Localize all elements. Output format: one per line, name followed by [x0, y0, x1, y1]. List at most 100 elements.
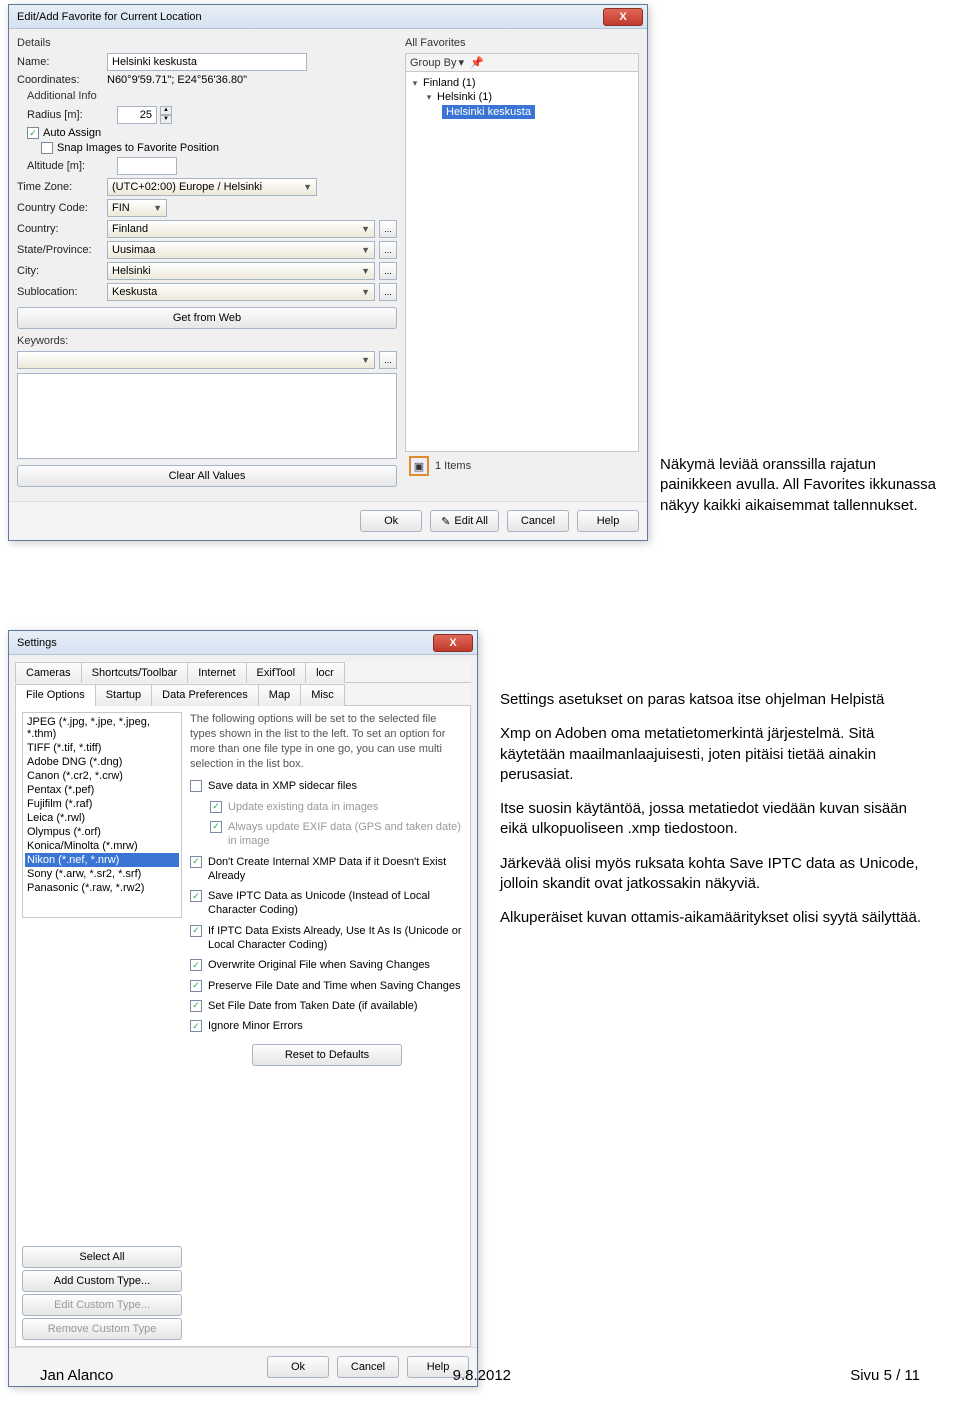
- footer-author: Jan Alanco: [40, 1367, 113, 1384]
- favorites-tree[interactable]: ▾Finland (1) ▾Helsinki (1) Helsinki kesk…: [405, 72, 639, 452]
- always-update-exif-label: Always update EXIF data (GPS and taken d…: [228, 820, 464, 849]
- filetype-item[interactable]: TIFF (*.tif, *.tiff): [25, 741, 179, 755]
- save-iptc-unicode-checkbox[interactable]: ✓: [190, 890, 202, 902]
- overwrite-original-checkbox[interactable]: ✓: [190, 959, 202, 971]
- ignore-minor-checkbox[interactable]: ✓: [190, 1020, 202, 1032]
- update-existing-checkbox[interactable]: ✓: [210, 801, 222, 813]
- dialog-title: Edit/Add Favorite for Current Location: [17, 11, 202, 23]
- expand-button[interactable]: ▣: [409, 456, 429, 476]
- name-input[interactable]: [107, 53, 307, 71]
- settings-title: Settings: [17, 637, 57, 649]
- state-label: State/Province:: [17, 244, 103, 256]
- cc-combo[interactable]: FIN▼: [107, 199, 167, 217]
- always-update-exif-checkbox[interactable]: ✓: [210, 821, 222, 833]
- items-footer: ▣ 1 Items: [405, 452, 639, 480]
- tab-file-options[interactable]: File Options: [15, 684, 96, 706]
- subloc-combo[interactable]: Keskusta▼: [107, 283, 375, 301]
- if-iptc-exists-checkbox[interactable]: ✓: [190, 925, 202, 937]
- country-browse-button[interactable]: ...: [379, 220, 397, 238]
- keywords-browse-button[interactable]: ...: [379, 351, 397, 369]
- close-button[interactable]: X: [603, 8, 643, 26]
- radius-label: Radius [m]:: [17, 109, 113, 121]
- settings-dialog: Settings X CamerasShortcuts/ToolbarInter…: [8, 630, 478, 1387]
- subloc-label: Sublocation:: [17, 286, 103, 298]
- city-combo[interactable]: Helsinki▼: [107, 262, 375, 280]
- tab-exiftool[interactable]: ExifTool: [246, 662, 307, 683]
- filetypes-list[interactable]: JPEG (*.jpg, *.jpe, *.jpeg, *.thm)TIFF (…: [22, 712, 182, 918]
- filetype-item[interactable]: Fujifilm (*.raf): [25, 797, 179, 811]
- tabs-row-1: CamerasShortcuts/ToolbarInternetExifTool…: [15, 661, 471, 683]
- filetype-item[interactable]: Leica (*.rwl): [25, 811, 179, 825]
- tree-node-country[interactable]: ▾Finland (1): [410, 76, 634, 90]
- help-button[interactable]: Help: [577, 510, 639, 532]
- footer-date: 9.8.2012: [453, 1367, 511, 1384]
- reset-defaults-button[interactable]: Reset to Defaults: [252, 1044, 402, 1066]
- allfav-heading: All Favorites: [405, 37, 639, 49]
- addinfo-heading: Additional Info: [17, 90, 397, 102]
- radius-spinner[interactable]: ▲▼: [160, 106, 172, 124]
- snap-label: Snap Images to Favorite Position: [57, 142, 219, 154]
- tz-combo[interactable]: (UTC+02:00) Europe / Helsinki▼: [107, 178, 317, 196]
- tree-node-location[interactable]: Helsinki keskusta: [410, 104, 634, 120]
- subloc-browse-button[interactable]: ...: [379, 283, 397, 301]
- get-from-web-button[interactable]: Get from Web: [17, 307, 397, 329]
- filetype-item[interactable]: Sony (*.arw, *.sr2, *.srf): [25, 867, 179, 881]
- add-custom-button[interactable]: Add Custom Type...: [22, 1270, 182, 1292]
- pin-icon[interactable]: 📌: [470, 56, 484, 69]
- filetype-item[interactable]: Konica/Minolta (*.mrw): [25, 839, 179, 853]
- select-all-button[interactable]: Select All: [22, 1246, 182, 1268]
- altitude-input[interactable]: [117, 157, 177, 175]
- coords-value: N60°9'59.71"; E24°56'36.80": [107, 74, 247, 86]
- tab-map[interactable]: Map: [258, 684, 301, 706]
- if-iptc-exists-label: If IPTC Data Exists Already, Use It As I…: [208, 924, 464, 953]
- keywords-combo[interactable]: ▼: [17, 351, 375, 369]
- auto-assign-checkbox[interactable]: ✓: [27, 127, 39, 139]
- settings-titlebar: Settings X: [9, 631, 477, 655]
- set-file-date-label: Set File Date from Taken Date (if availa…: [208, 999, 418, 1013]
- keywords-textarea[interactable]: [17, 373, 397, 459]
- country-combo[interactable]: Finland▼: [107, 220, 375, 238]
- filetype-item[interactable]: JPEG (*.jpg, *.jpe, *.jpeg, *.thm): [25, 715, 179, 741]
- state-browse-button[interactable]: ...: [379, 241, 397, 259]
- tab-misc[interactable]: Misc: [300, 684, 345, 706]
- filetype-item[interactable]: Panasonic (*.raw, *.rw2): [25, 881, 179, 895]
- set-file-date-checkbox[interactable]: ✓: [190, 1000, 202, 1012]
- tab-startup[interactable]: Startup: [95, 684, 152, 706]
- filetype-item[interactable]: Nikon (*.nef, *.nrw): [25, 853, 179, 867]
- coords-label: Coordinates:: [17, 74, 103, 86]
- cancel-button[interactable]: Cancel: [507, 510, 569, 532]
- snap-checkbox[interactable]: [41, 142, 53, 154]
- items-count: 1 Items: [435, 460, 471, 472]
- settings-close-button[interactable]: X: [433, 634, 473, 652]
- filetype-item[interactable]: Adobe DNG (*.dng): [25, 755, 179, 769]
- group-by-menu[interactable]: Group By▾: [410, 56, 464, 69]
- altitude-label: Altitude [m]:: [17, 160, 113, 172]
- ok-button[interactable]: Ok: [360, 510, 422, 532]
- footer-page: Sivu 5 / 11: [850, 1367, 920, 1384]
- filetype-item[interactable]: Pentax (*.pef): [25, 783, 179, 797]
- titlebar: Edit/Add Favorite for Current Location X: [9, 5, 647, 29]
- save-sidecar-label: Save data in XMP sidecar files: [208, 779, 357, 793]
- favorites-dialog: Edit/Add Favorite for Current Location X…: [8, 4, 648, 541]
- save-sidecar-checkbox[interactable]: [190, 780, 202, 792]
- preserve-date-checkbox[interactable]: ✓: [190, 980, 202, 992]
- edit-custom-button: Edit Custom Type...: [22, 1294, 182, 1316]
- city-browse-button[interactable]: ...: [379, 262, 397, 280]
- tab-locr[interactable]: locr: [305, 662, 345, 683]
- edit-all-button[interactable]: ✎Edit All: [430, 510, 499, 532]
- annotation-settings: Settings asetukset on paras katsoa itse …: [500, 690, 930, 942]
- options-description: The following options will be set to the…: [190, 712, 464, 771]
- save-iptc-unicode-label: Save IPTC Data as Unicode (Instead of Lo…: [208, 889, 464, 918]
- keywords-label: Keywords:: [17, 335, 397, 347]
- filetype-item[interactable]: Olympus (*.orf): [25, 825, 179, 839]
- filetype-item[interactable]: Canon (*.cr2, *.crw): [25, 769, 179, 783]
- tab-cameras[interactable]: Cameras: [15, 662, 82, 683]
- dont-create-internal-checkbox[interactable]: ✓: [190, 856, 202, 868]
- tab-shortcuts-toolbar[interactable]: Shortcuts/Toolbar: [81, 662, 189, 683]
- radius-input[interactable]: [117, 106, 157, 124]
- tab-internet[interactable]: Internet: [187, 662, 246, 683]
- state-combo[interactable]: Uusimaa▼: [107, 241, 375, 259]
- tab-data-preferences[interactable]: Data Preferences: [151, 684, 259, 706]
- clear-all-button[interactable]: Clear All Values: [17, 465, 397, 487]
- tree-node-city[interactable]: ▾Helsinki (1): [410, 90, 634, 104]
